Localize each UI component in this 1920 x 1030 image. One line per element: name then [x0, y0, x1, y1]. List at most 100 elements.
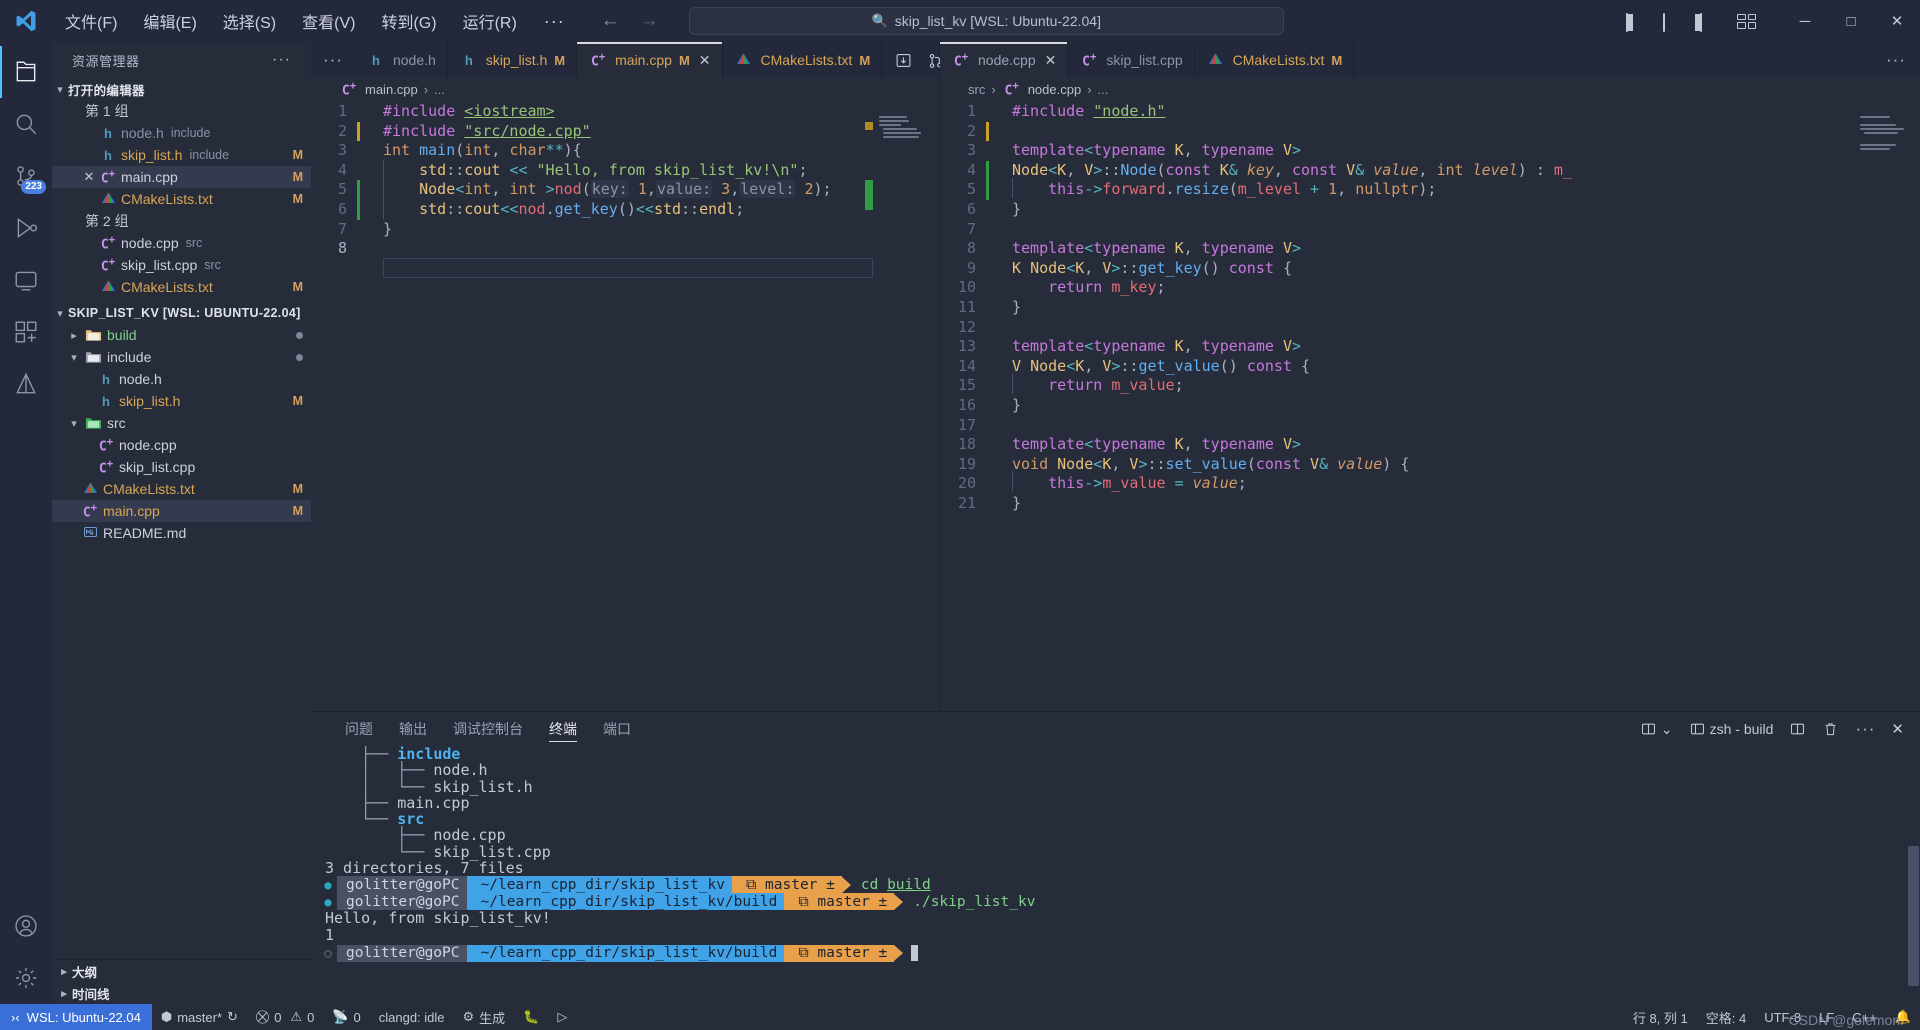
status-eol[interactable]: LF [1810, 1004, 1843, 1030]
file-readme-md[interactable]: README.md [52, 522, 311, 544]
file-main-cpp[interactable]: C+ main.cpp M [52, 500, 311, 522]
status-problems[interactable]: ⛒ 0 ⚠ 0 [247, 1004, 323, 1030]
panel-tab-output[interactable]: 输出 [387, 712, 439, 746]
minimize-button[interactable]: ─ [1782, 0, 1828, 42]
panel-tab-debug-console[interactable]: 调试控制台 [441, 712, 535, 746]
tab-node-h[interactable]: h node.h [354, 42, 448, 78]
menu-goto[interactable]: 转到(G) [368, 5, 449, 37]
status-branch[interactable]: ⬢ master* ↻ [152, 1004, 247, 1030]
breadcrumb-file[interactable]: node.cpp [1028, 82, 1082, 97]
file-src-node-cpp[interactable]: C+ node.cpp [52, 434, 311, 456]
folder-include[interactable]: ▾ include [52, 346, 311, 368]
activity-source-control-icon[interactable]: 223 [0, 150, 52, 202]
section-open-editors[interactable]: ▾ 打开的编辑器 [52, 78, 311, 100]
activity-search-icon[interactable] [0, 98, 52, 150]
status-encoding[interactable]: UTF-8 [1755, 1004, 1810, 1030]
toggle-panel-icon[interactable] [1663, 12, 1682, 32]
menu-view[interactable]: 查看(V) [289, 5, 368, 37]
trash-icon[interactable] [1822, 721, 1839, 737]
tabs-overflow-icon[interactable]: ··· [311, 42, 355, 78]
open-editor-node-h[interactable]: h node.h include [52, 122, 311, 144]
status-debug[interactable]: 🐛 [514, 1004, 548, 1030]
code-editor-right[interactable]: 1 2 3 4 5 6 7 8 9 10 11 12 13 14 15 16 17 18 19 20 21 #inclu… [940, 100, 1920, 711]
status-ports[interactable]: 📡 0 [323, 1004, 369, 1030]
menu-selection[interactable]: 选择(S) [210, 5, 289, 37]
toggle-secondary-sidebar-icon[interactable] [1700, 12, 1719, 32]
status-notifications-bell-icon[interactable]: 🔔 [1886, 1004, 1920, 1030]
status-run[interactable]: ▷ [548, 1004, 576, 1030]
breadcrumb-folder[interactable]: src [968, 82, 985, 97]
section-timeline[interactable]: ▸ 时间线 [52, 982, 311, 1004]
tab-cmakelists[interactable]: CMakeLists.txt M [722, 42, 883, 78]
status-clangd[interactable]: clangd: idle [370, 1004, 454, 1030]
status-language-mode[interactable]: C++ [1843, 1004, 1886, 1030]
activity-run-debug-icon[interactable] [0, 202, 52, 254]
menu-file[interactable]: 文件(F) [52, 5, 130, 37]
split-terminal-icon[interactable] [1789, 721, 1806, 737]
open-editor-cmakelists-1[interactable]: CMakeLists.txt M [52, 188, 311, 210]
close-icon[interactable]: ✕ [1045, 52, 1057, 69]
menu-more-icon[interactable]: ··· [530, 11, 579, 32]
panel-tab-terminal[interactable]: 终端 [537, 712, 589, 746]
terminal-scrollbar[interactable] [1906, 746, 1920, 1004]
menu-run[interactable]: 运行(R) [450, 5, 530, 37]
activity-explorer-icon[interactable] [0, 46, 52, 98]
tab-node-cpp[interactable]: C+ node.cpp ✕ [940, 42, 1069, 78]
status-indentation[interactable]: 空格: 4 [1697, 1004, 1755, 1030]
customize-layout-icon[interactable] [1737, 13, 1756, 29]
close-icon[interactable]: ✕ [80, 169, 98, 185]
activity-remote-explorer-icon[interactable] [0, 254, 52, 306]
project-root-row[interactable]: ▾ SKIP_LIST_KV [WSL: UBUNTU-22.04] [52, 302, 311, 324]
editor-more-icon-right[interactable]: ··· [1886, 50, 1906, 70]
file-cmakelists[interactable]: CMakeLists.txt M [52, 478, 311, 500]
file-src-skip-list-cpp[interactable]: C+ skip_list.cpp [52, 456, 311, 478]
code-content-right[interactable]: #include "node.h" template<typename K, t… [986, 100, 1920, 711]
breadcrumb-rest[interactable]: ... [1098, 82, 1109, 97]
new-terminal-split-dropdown[interactable]: ⌄ [1640, 721, 1673, 738]
terminal-shell-selector[interactable]: zsh - build [1689, 721, 1773, 737]
activity-extensions-icon[interactable] [0, 306, 52, 358]
sidebar-more-icon[interactable]: ··· [272, 51, 291, 69]
open-editor-node-cpp[interactable]: C+ node.cpp src [52, 232, 311, 254]
forward-arrow-icon[interactable]: → [640, 10, 659, 32]
status-remote-indicator[interactable]: ›‹ WSL: Ubuntu-22.04 [0, 1004, 152, 1030]
maximize-button[interactable]: □ [1828, 0, 1874, 42]
editor-group-1[interactable]: 第 1 组 [52, 100, 311, 122]
tab-cmakelists-right[interactable]: CMakeLists.txt M [1194, 42, 1355, 78]
back-arrow-icon[interactable]: ← [601, 10, 620, 32]
folder-src[interactable]: ▾ src [52, 412, 311, 434]
code-text-left[interactable]: #include <iostream> #include "src/node.c… [357, 102, 939, 259]
tab-skip-list-h[interactable]: h skip_list.h M [447, 42, 578, 78]
open-editor-skip-list-h[interactable]: h skip_list.h include M [52, 144, 311, 166]
code-text-right[interactable]: #include "node.h" template<typename K, t… [986, 102, 1920, 513]
panel-tab-ports[interactable]: 端口 [591, 712, 643, 746]
minimap-right[interactable] [1856, 100, 1920, 711]
section-outline[interactable]: ▸ 大纲 [52, 960, 311, 982]
file-include-node-h[interactable]: h node.h [52, 368, 311, 390]
close-icon[interactable]: ✕ [699, 52, 711, 69]
close-button[interactable]: ✕ [1874, 0, 1920, 42]
folder-build[interactable]: ▸ build [52, 324, 311, 346]
breadcrumb-file[interactable]: main.cpp [365, 82, 418, 97]
panel-close-icon[interactable]: ✕ [1891, 720, 1904, 738]
toggle-primary-sidebar-icon[interactable] [1626, 12, 1645, 32]
open-editor-skip-list-cpp[interactable]: C+ skip_list.cpp src [52, 254, 311, 276]
file-include-skip-list-h[interactable]: h skip_list.h M [52, 390, 311, 412]
panel-more-icon[interactable]: ··· [1855, 719, 1875, 739]
status-build[interactable]: ⚙ 生成 [454, 1004, 515, 1030]
editor-group-2[interactable]: 第 2 组 [52, 210, 311, 232]
tab-skip-list-cpp[interactable]: C+ skip_list.cpp [1068, 42, 1195, 78]
tab-main-cpp[interactable]: C+ main.cpp M ✕ [577, 42, 723, 78]
panel-tab-problems[interactable]: 问题 [333, 712, 385, 746]
open-editor-cmakelists-2[interactable]: CMakeLists.txt M [52, 276, 311, 298]
status-cursor-position[interactable]: 行 8, 列 1 [1624, 1004, 1697, 1030]
open-editor-main-cpp[interactable]: ✕ C+ main.cpp M [52, 166, 311, 188]
activity-settings-icon[interactable] [0, 952, 52, 1004]
activity-accounts-icon[interactable] [0, 900, 52, 952]
activity-testing-icon[interactable] [0, 358, 52, 410]
run-cmake-icon[interactable] [895, 52, 912, 69]
breadcrumb-rest[interactable]: ... [434, 82, 445, 97]
code-editor-left[interactable]: 12345678 #include <iostream> #include "s… [311, 100, 939, 711]
minimap-left[interactable] [875, 100, 939, 711]
code-content-left[interactable]: #include <iostream> #include "src/node.c… [357, 100, 939, 711]
